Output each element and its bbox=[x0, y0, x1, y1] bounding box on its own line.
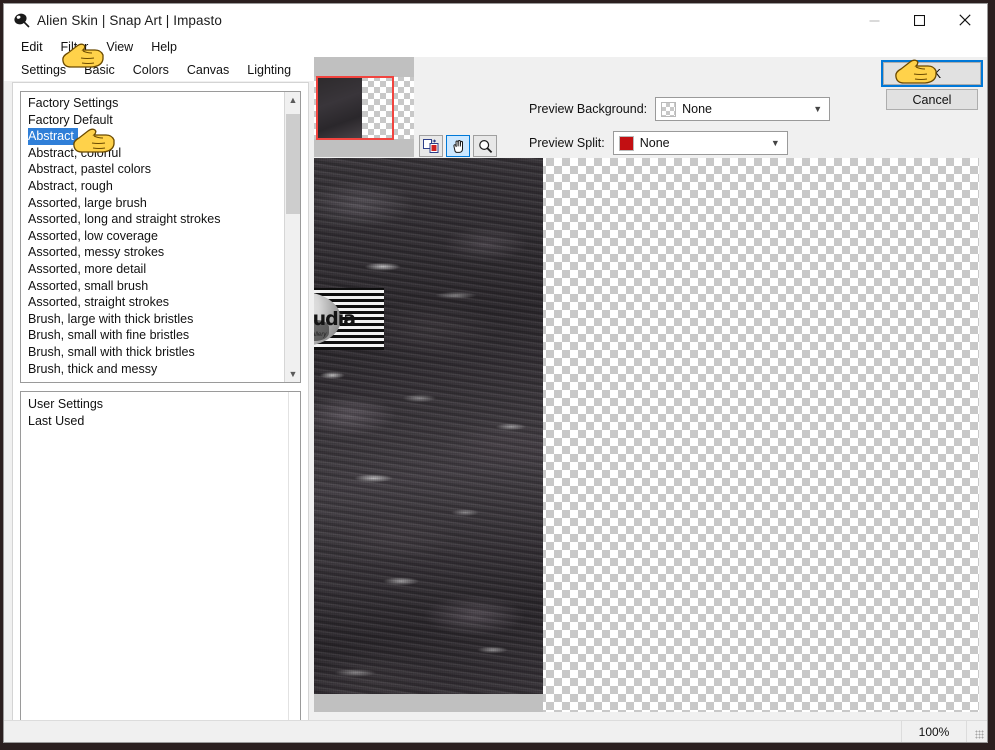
tab-canvas[interactable]: Canvas bbox=[178, 60, 238, 81]
tab-colors[interactable]: Colors bbox=[124, 60, 178, 81]
zoom-magnifier-icon[interactable] bbox=[473, 135, 497, 157]
preview-background-value: None bbox=[682, 102, 713, 116]
application-window: Alien Skin | Snap Art | Impasto Edit Fil… bbox=[3, 3, 988, 743]
list-item[interactable]: Assorted, long and straight strokes bbox=[21, 211, 283, 228]
scroll-up-icon[interactable]: ▲ bbox=[285, 92, 300, 108]
preview-background-row: Preview Background: None ▼ bbox=[529, 97, 831, 121]
list-item[interactable]: Assorted, small brush bbox=[21, 278, 283, 295]
zoom-level-indicator: 100% bbox=[901, 721, 967, 742]
navigator-bottom-band bbox=[314, 139, 414, 157]
list-item[interactable]: Abstract, pastel colors bbox=[21, 161, 283, 178]
app-icon bbox=[12, 11, 30, 29]
watermark-subtext: incl. 3D Gallery bbox=[314, 332, 327, 338]
list-item[interactable]: Brush, small with fine bristles bbox=[21, 327, 283, 344]
list-item[interactable]: User Settings bbox=[21, 396, 288, 413]
list-item[interactable]: Assorted, low coverage bbox=[21, 228, 283, 245]
preview-background-label: Preview Background: bbox=[529, 102, 648, 116]
list-item-selected-row: Abstract bbox=[21, 128, 283, 145]
list-item[interactable]: Last Used bbox=[21, 413, 288, 430]
close-button[interactable] bbox=[942, 4, 987, 36]
menu-item-filter[interactable]: Filter bbox=[52, 39, 98, 55]
list-item[interactable]: Brush, small with thick bristles bbox=[21, 344, 283, 361]
list-item[interactable]: Factory Settings bbox=[21, 95, 283, 112]
scrollbar-track[interactable] bbox=[285, 108, 300, 366]
navigator-thumbnail[interactable] bbox=[314, 57, 414, 157]
minimize-button[interactable] bbox=[852, 4, 897, 36]
checker-swatch-icon bbox=[661, 101, 677, 117]
status-bar: 100% bbox=[4, 720, 987, 742]
navigator-viewport-rect[interactable] bbox=[316, 76, 394, 140]
preview-split-select[interactable]: None ▼ bbox=[612, 131, 788, 155]
preview-canvas[interactable]: claudia incl. 3D Gallery bbox=[314, 158, 979, 712]
pan-hand-icon[interactable] bbox=[446, 135, 470, 157]
list-item[interactable]: Abstract, rough bbox=[21, 178, 283, 195]
list-divider bbox=[288, 392, 289, 742]
chevron-down-icon[interactable]: ▼ bbox=[771, 138, 780, 148]
cancel-button[interactable]: Cancel bbox=[886, 89, 978, 110]
list-item[interactable]: Factory Default bbox=[21, 112, 283, 129]
preview-background-select[interactable]: None ▼ bbox=[655, 97, 831, 121]
tab-settings[interactable]: Settings bbox=[12, 60, 76, 81]
ok-button[interactable]: OK bbox=[881, 60, 983, 87]
preview-toolbar bbox=[419, 135, 497, 157]
preview-rendered-image bbox=[314, 158, 543, 712]
tab-basic[interactable]: Basic bbox=[75, 60, 124, 81]
preview-split-row: Preview Split: None ▼ bbox=[529, 131, 788, 155]
menu-item-view[interactable]: View bbox=[97, 39, 142, 55]
preview-bottom-band bbox=[314, 694, 543, 712]
window-controls bbox=[852, 4, 987, 36]
list-item[interactable]: Brush, large with thick bristles bbox=[21, 311, 283, 328]
preview-split-label: Preview Split: bbox=[529, 136, 605, 150]
chevron-down-icon[interactable]: ▼ bbox=[813, 104, 822, 114]
list-item[interactable]: Assorted, messy strokes bbox=[21, 244, 283, 261]
watermark-overlay: claudia incl. 3D Gallery bbox=[314, 288, 384, 350]
preview-canvas-weave bbox=[314, 158, 543, 712]
list-item[interactable]: Assorted, straight strokes bbox=[21, 294, 283, 311]
list-item[interactable]: Assorted, more detail bbox=[21, 261, 283, 278]
split-color-swatch-icon bbox=[618, 135, 634, 151]
list-item[interactable]: Assorted, large brush bbox=[21, 195, 283, 212]
maximize-button[interactable] bbox=[897, 4, 942, 36]
navigator-top-band bbox=[314, 57, 414, 77]
list-item[interactable]: Abstract, colorful bbox=[21, 145, 283, 162]
scrollbar-thumb[interactable] bbox=[286, 114, 300, 214]
list-item[interactable]: Abstract bbox=[28, 128, 78, 145]
settings-panel: Factory Settings Factory Default Abstrac… bbox=[12, 82, 309, 742]
user-settings-listbox[interactable]: User Settings Last Used bbox=[20, 391, 301, 742]
list-item[interactable]: Brush, thick and messy bbox=[21, 361, 283, 378]
preview-split-value: None bbox=[639, 136, 670, 150]
menu-item-edit[interactable]: Edit bbox=[12, 39, 52, 55]
preview-area: Preview Background: None ▼ Preview Split… bbox=[314, 57, 987, 720]
factory-settings-list: Factory Settings Factory Default Abstrac… bbox=[21, 92, 283, 382]
menu-item-help[interactable]: Help bbox=[142, 39, 186, 55]
window-title: Alien Skin | Snap Art | Impasto bbox=[37, 12, 222, 28]
factory-settings-listbox[interactable]: Factory Settings Factory Default Abstrac… bbox=[20, 91, 301, 383]
user-settings-list: User Settings Last Used bbox=[21, 392, 288, 742]
watermark-text: claudia bbox=[314, 308, 356, 330]
scroll-down-icon[interactable]: ▼ bbox=[285, 366, 300, 382]
menu-bar: Edit Filter View Help bbox=[4, 36, 987, 57]
tab-bar: Settings Basic Colors Canvas Lighting bbox=[4, 57, 314, 81]
compare-before-after-icon[interactable] bbox=[419, 135, 443, 157]
listbox-scrollbar[interactable]: ▲ ▼ bbox=[284, 92, 300, 382]
title-bar: Alien Skin | Snap Art | Impasto bbox=[4, 4, 987, 36]
tab-lighting[interactable]: Lighting bbox=[238, 60, 300, 81]
resize-grip-icon[interactable] bbox=[967, 721, 987, 742]
